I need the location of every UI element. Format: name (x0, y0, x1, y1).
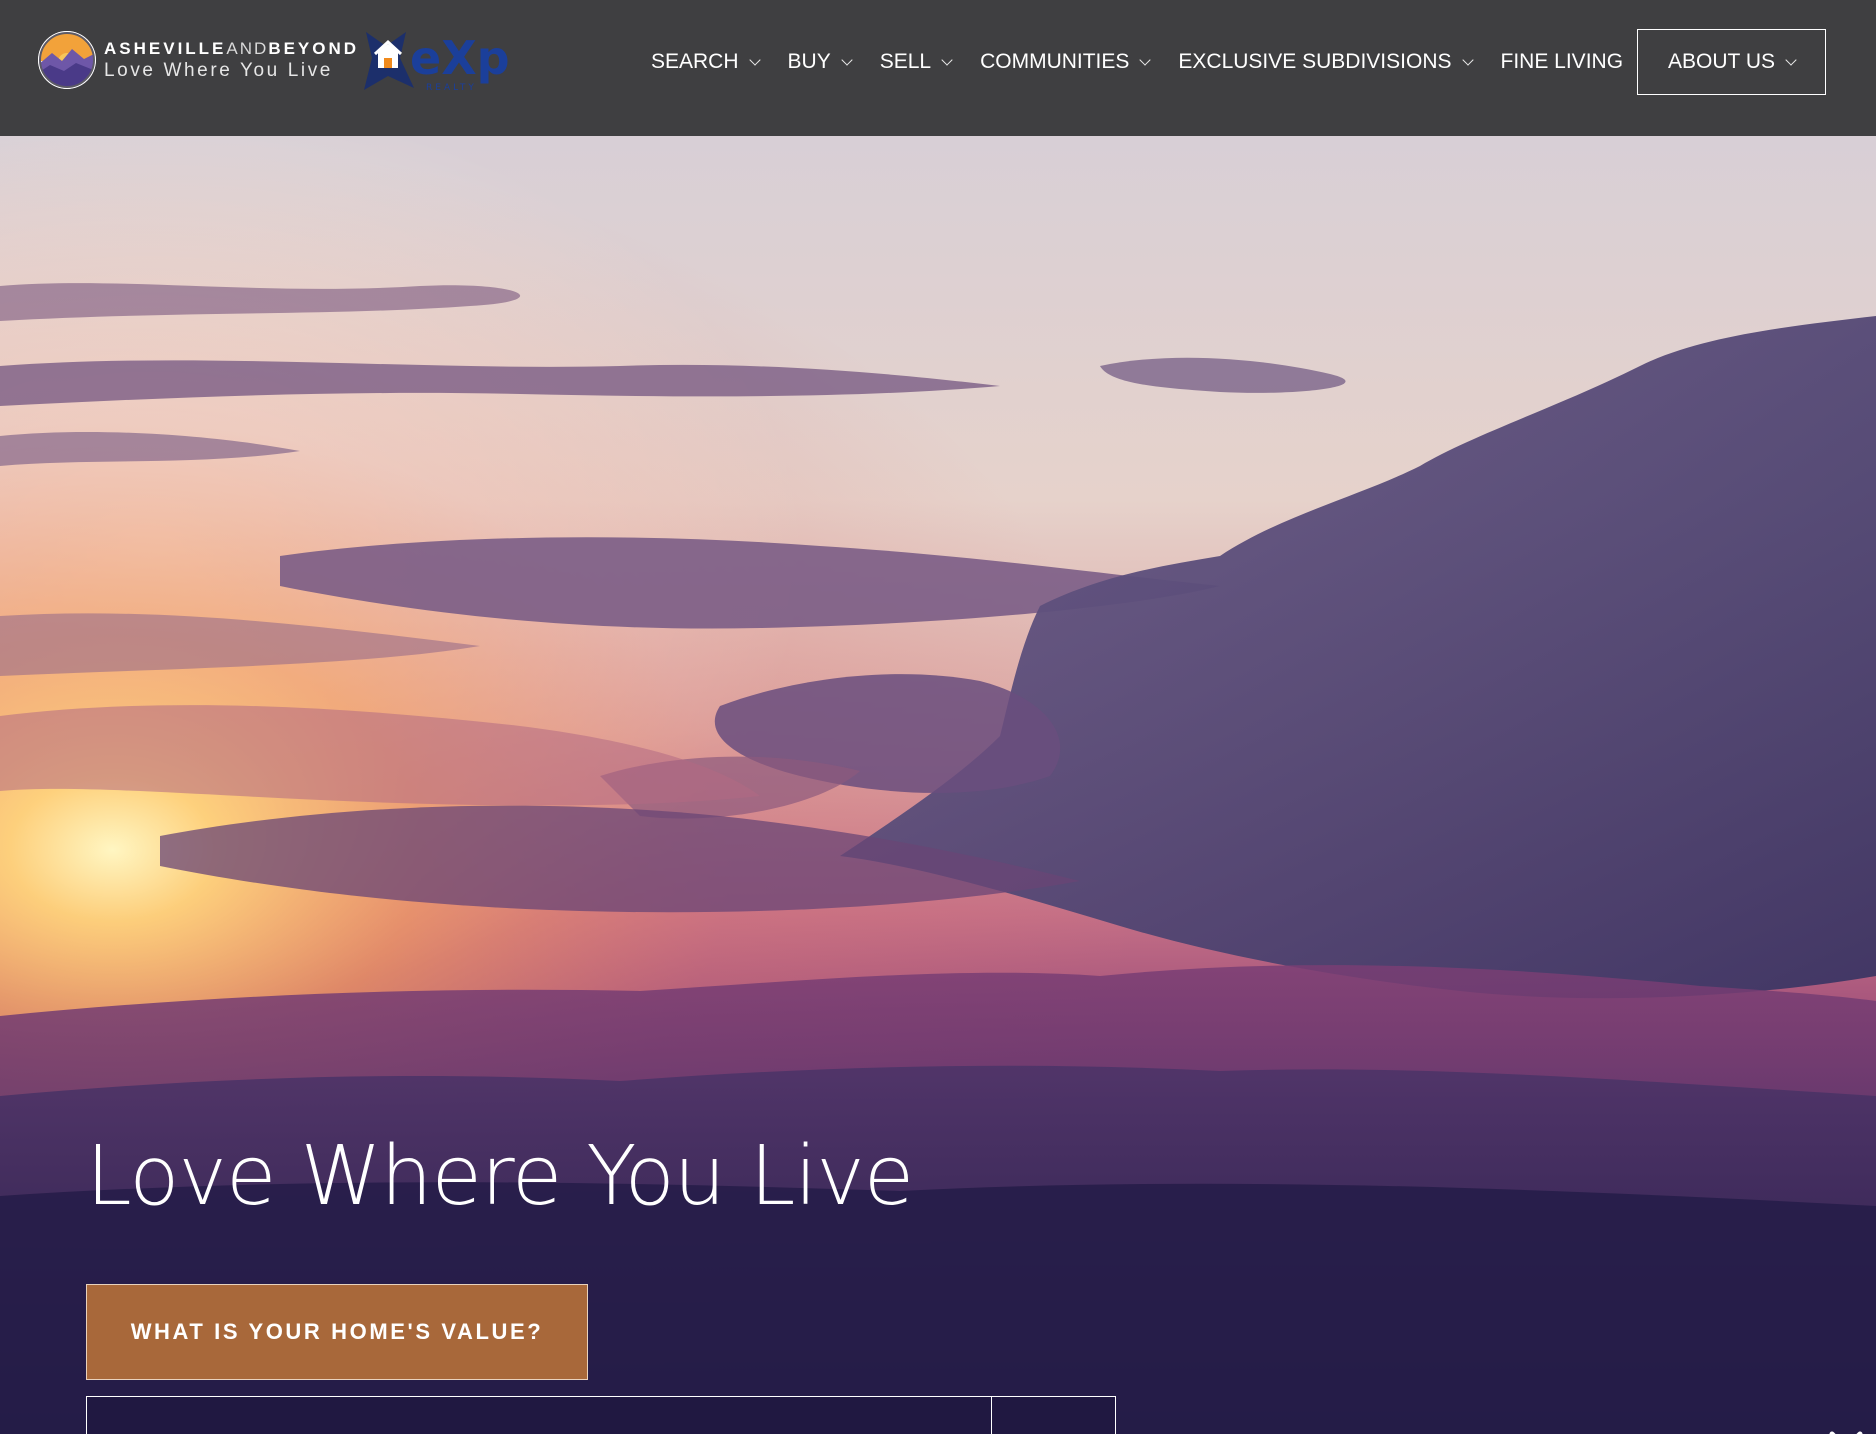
nav-item-about-us[interactable]: ABOUT US (1637, 29, 1826, 95)
brand-name-part-1: ASHEVILLE (104, 39, 227, 58)
hero-title: Love Where You Live (86, 1129, 914, 1224)
brand-name-part-3: BEYOND (268, 39, 360, 58)
brand-name: ASHEVILLEANDBEYOND (104, 40, 359, 57)
nav-item-label: ABOUT US (1668, 50, 1775, 73)
brand-name-part-2: AND (226, 39, 269, 58)
brand-logo[interactable]: ASHEVILLEANDBEYOND Love Where You Live (38, 31, 359, 89)
chevron-down-icon (1139, 53, 1152, 66)
nav-item-label: EXCLUSIVE SUBDIVISIONS (1178, 50, 1452, 73)
nav-item-label: COMMUNITIES (980, 50, 1130, 73)
nav-item-buy[interactable]: BUY (787, 50, 853, 74)
site-header: ASHEVILLEANDBEYOND Love Where You Live e… (0, 0, 1876, 136)
exp-wordmark: eXp (410, 31, 510, 85)
chevron-down-icon (1829, 1431, 1863, 1434)
scroll-down-button[interactable] (1828, 1428, 1864, 1434)
nav-item-label: SEARCH (650, 50, 739, 73)
nav-item-search[interactable]: SEARCH (650, 50, 761, 74)
place-search-bar (86, 1396, 1116, 1434)
brand-text: ASHEVILLEANDBEYOND Love Where You Live (104, 40, 359, 80)
search-button[interactable] (991, 1397, 1115, 1434)
nav-item-communities[interactable]: COMMUNITIES (980, 50, 1152, 74)
nav-item-label: BUY (787, 50, 831, 73)
nav-item-fine-living[interactable]: FINE LIVING (1501, 50, 1624, 74)
search-input[interactable] (87, 1397, 991, 1434)
nav-item-exclusive-subdivisions[interactable]: EXCLUSIVE SUBDIVISIONS (1178, 50, 1474, 74)
chevron-down-icon (1461, 53, 1474, 66)
home-value-button[interactable]: WHAT IS YOUR HOME'S VALUE? (86, 1284, 588, 1380)
nav-item-label: SELL (879, 50, 932, 73)
brand-tagline: Love Where You Live (104, 60, 333, 81)
exp-realty-subtext: REALTY (426, 83, 477, 93)
nav-item-sell[interactable]: SELL (879, 50, 953, 74)
hero-section: Love Where You Live WHAT IS YOUR HOME'S … (0, 136, 1876, 1434)
main-nav: SEARCH BUY SELL COMMUNITIES EXCLUSIVE SU… (622, 29, 1826, 95)
chevron-down-icon (941, 53, 953, 66)
nav-item-label: FINE LIVING (1500, 50, 1624, 73)
sunset-mountains-background-image (0, 136, 1876, 1434)
chevron-down-icon (1785, 53, 1797, 66)
mountain-sunset-logo-icon (38, 31, 96, 89)
exp-realty-logo[interactable]: eXp REALTY (360, 28, 512, 94)
chevron-down-icon (748, 53, 761, 66)
chevron-down-icon (841, 53, 853, 66)
